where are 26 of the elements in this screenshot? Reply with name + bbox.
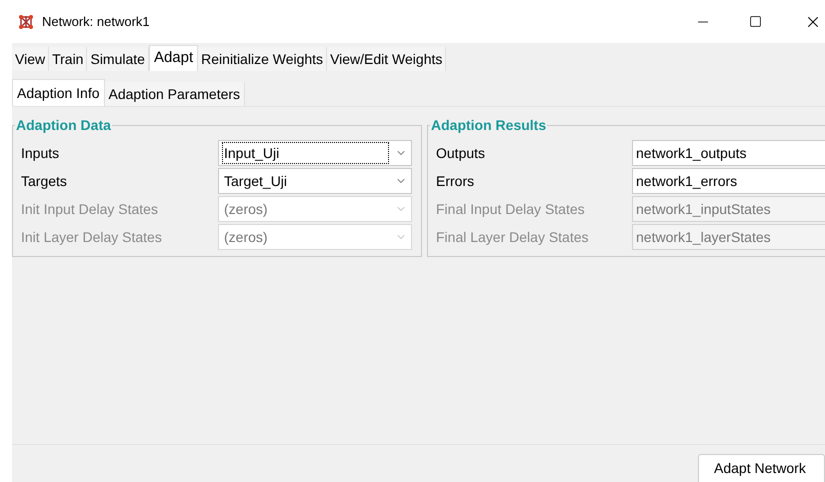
dropdown[interactable]: Target_Uji: [218, 168, 412, 194]
tab[interactable]: Adapt: [148, 45, 198, 71]
tab[interactable]: Adaption Info: [12, 79, 105, 106]
tab[interactable]: Adaption Parameters: [104, 82, 246, 106]
field-label: Final Layer Delay States: [436, 228, 590, 247]
text-field[interactable]: network1_outputs: [632, 140, 825, 166]
text-field[interactable]: network1_errors: [632, 168, 825, 194]
tab[interactable]: Simulate: [87, 47, 149, 71]
group-title: Adaption Results: [430, 116, 548, 135]
field-label: Errors: [436, 172, 476, 190]
adapt-network-button[interactable]: Adapt Network: [698, 454, 825, 482]
tab[interactable]: Reinitialize Weights: [198, 47, 328, 71]
network-logo-icon: [18, 14, 34, 30]
tab[interactable]: View/Edit Weights: [327, 47, 446, 71]
field-label: Inputs: [21, 144, 60, 163]
tab[interactable]: Train: [49, 47, 88, 71]
window-title: Network: network1: [42, 12, 150, 31]
maximize-icon[interactable]: [749, 15, 762, 28]
field-label: Final Input Delay States: [436, 200, 586, 219]
field-label: Init Input Delay States: [21, 200, 159, 219]
field-label: Outputs: [436, 144, 486, 163]
tab[interactable]: View: [12, 47, 50, 71]
group-title: Adaption Data: [15, 116, 112, 135]
dropdown[interactable]: Input_Uji: [218, 140, 412, 166]
field-label: Targets: [21, 172, 68, 191]
field-label: Init Layer Delay States: [21, 228, 163, 247]
